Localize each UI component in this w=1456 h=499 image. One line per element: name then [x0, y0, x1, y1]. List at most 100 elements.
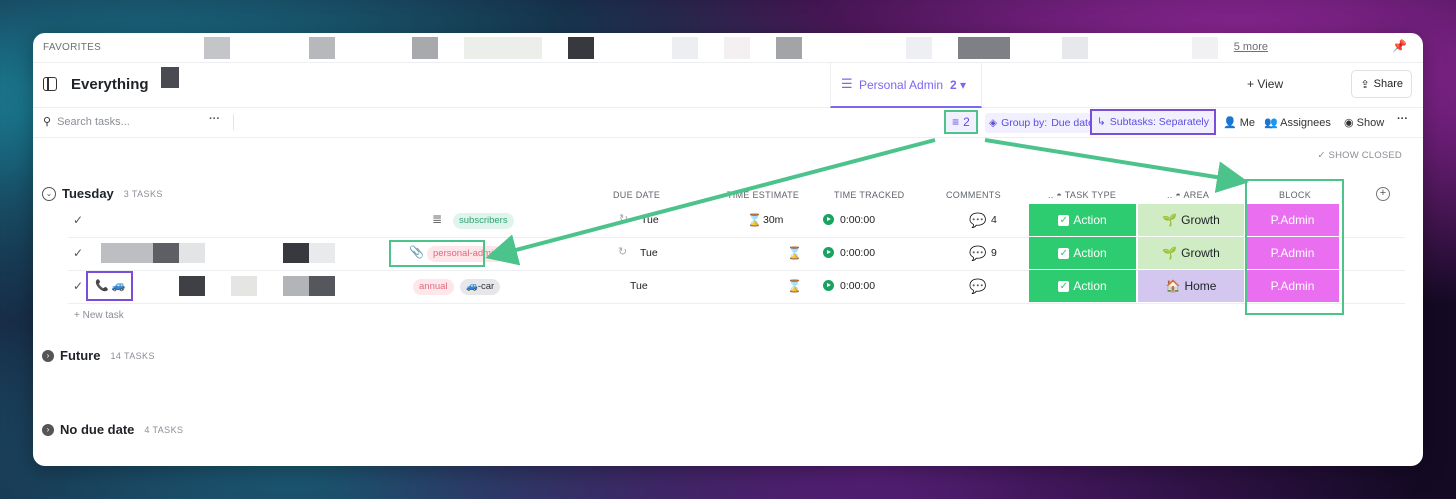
eye-icon: ◉	[1344, 117, 1354, 129]
subtasks-label: Subtasks: Separately	[1109, 116, 1210, 128]
due-date[interactable]: Tue	[640, 247, 658, 259]
favorite-item[interactable]	[776, 37, 802, 59]
hourglass-icon[interactable]: ⌛	[787, 279, 802, 293]
comment-icon[interactable]: 💬	[969, 245, 986, 262]
check-icon[interactable]: ✓	[73, 279, 83, 293]
time-tracked: 0:00:00	[840, 247, 876, 259]
task-type-cell[interactable]: ✓ Action	[1029, 270, 1136, 302]
time-tracked: 0:00:00	[840, 280, 876, 292]
col-comments[interactable]: COMMENTS	[946, 190, 1001, 200]
due-date[interactable]: Tue	[630, 280, 648, 292]
play-icon[interactable]	[823, 214, 834, 225]
toolbar: ⚲ Search tasks... ··· ≡ 2 ◈ Group by: Du…	[33, 108, 1423, 138]
favorite-item[interactable]	[464, 37, 542, 59]
group-count: 14 TASKS	[110, 350, 155, 361]
favorite-item[interactable]	[412, 37, 438, 59]
chevron-right-icon[interactable]: ›	[42, 423, 54, 436]
app-window: FAVORITES 5 more 📌 Everything ☰ Personal…	[33, 33, 1423, 466]
tab-count[interactable]: 2 ▾	[950, 78, 966, 92]
group-future[interactable]: › Future 14 TASKS	[42, 348, 155, 363]
search-options-icon[interactable]: ···	[209, 113, 220, 125]
favorite-item[interactable]	[1062, 37, 1088, 59]
tag[interactable]: subscribers	[453, 213, 514, 229]
table-row[interactable]: ✓ ≣ subscribers ↻ Tue ⌛ 30m 0:00:00 💬 4 …	[68, 204, 1405, 238]
area-cell[interactable]: 🌱 Growth	[1138, 204, 1244, 236]
add-view-button[interactable]: + View	[1247, 77, 1283, 91]
check-icon[interactable]: ✓	[73, 213, 83, 227]
block-cell[interactable]: P.Admin	[1246, 204, 1339, 236]
block-cell[interactable]: P.Admin	[1246, 270, 1339, 302]
search-box[interactable]: ⚲ Search tasks...	[43, 115, 130, 129]
col-time-estimate[interactable]: TIME ESTIMATE	[727, 190, 799, 200]
group-by-button[interactable]: ◈ Group by: Due date	[985, 113, 1098, 133]
comment-count: 4	[991, 214, 997, 226]
col-task-type[interactable]: .. ◓ TASK TYPE	[1048, 190, 1116, 200]
tag[interactable]: annual	[413, 279, 454, 295]
favorite-item[interactable]	[1192, 37, 1218, 59]
favorite-item[interactable]	[204, 37, 230, 59]
more-options-icon[interactable]: ···	[1397, 113, 1408, 125]
comment-icon[interactable]: 💬	[969, 212, 986, 229]
subtasks-button[interactable]: ↳ Subtasks: Separately	[1090, 109, 1216, 135]
col-area[interactable]: .. ◓ AREA	[1167, 190, 1209, 200]
filter-button[interactable]: ≡ 2	[944, 110, 978, 134]
checkbox-icon: ✓	[1058, 214, 1070, 226]
area-cell[interactable]: 🌱 Growth	[1138, 237, 1244, 269]
chevron-down-icon[interactable]: ⌄	[42, 186, 56, 201]
favorites-label: FAVORITES	[43, 42, 102, 53]
show-closed-button[interactable]: ✓ SHOW CLOSED	[1318, 150, 1402, 161]
favorites-more-link[interactable]: 5 more	[1234, 41, 1268, 53]
share-label: Share	[1373, 78, 1403, 90]
checkbox-icon: ✓	[1058, 280, 1070, 292]
group-no-due-date[interactable]: › No due date 4 TASKS	[42, 422, 183, 437]
area-cell[interactable]: 🏠 Home	[1138, 270, 1244, 302]
favorite-item[interactable]	[672, 37, 698, 59]
block-cell[interactable]: P.Admin	[1246, 237, 1339, 269]
favorite-item[interactable]	[309, 37, 335, 59]
group-title: Tuesday	[62, 186, 114, 201]
list-icon: ☰	[841, 76, 853, 91]
group-tuesday[interactable]: ⌄ Tuesday 3 TASKS	[42, 186, 163, 201]
share-button[interactable]: ⇪ Share	[1351, 70, 1412, 98]
col-block[interactable]: BLOCK	[1279, 190, 1311, 200]
tag[interactable]: 🚙-car	[460, 279, 501, 295]
view-header: Everything ☰ Personal Admin 2 ▾ + View ⇪…	[33, 63, 1423, 108]
sidebar-toggle-icon[interactable]	[43, 77, 57, 91]
group-count: 4 TASKS	[144, 424, 184, 435]
col-due-date[interactable]: DUE DATE	[613, 190, 660, 200]
check-icon[interactable]: ✓	[73, 246, 83, 260]
redacted-block	[179, 243, 205, 263]
favorite-item[interactable]	[958, 37, 1010, 59]
me-filter-button[interactable]: 👤 Me	[1223, 116, 1255, 129]
redacted-block	[101, 243, 153, 263]
search-input[interactable]: Search tasks...	[57, 116, 130, 128]
due-date[interactable]: Tue	[641, 214, 659, 226]
comment-icon[interactable]: 💬	[969, 278, 986, 295]
show-button[interactable]: ◉ Show	[1344, 116, 1384, 129]
table-row[interactable]: ✓ 📞 🚙 annual 🚙-car Tue ⌛ 0:00:00 💬 ✓ Acti…	[68, 270, 1405, 304]
hourglass-icon[interactable]: ⌛	[787, 246, 802, 260]
search-icon: ⚲	[43, 116, 52, 128]
task-type-cell[interactable]: ✓ Action	[1029, 237, 1136, 269]
filter-count: 2	[963, 115, 970, 129]
add-column-icon[interactable]: +	[1376, 187, 1390, 201]
chevron-right-icon[interactable]: ›	[42, 349, 54, 362]
filter-icon: ≡	[952, 115, 960, 129]
favorite-item[interactable]	[906, 37, 932, 59]
tag[interactable]: personal-admin	[427, 246, 505, 262]
new-task-button[interactable]: + New task	[74, 310, 124, 321]
assignees-button[interactable]: 👥 Assignees	[1264, 116, 1331, 129]
favorite-item[interactable]	[724, 37, 750, 59]
pin-icon[interactable]: 📌	[1392, 39, 1407, 53]
table-row[interactable]: ✓ 📎 personal-admin ↻ Tue ⌛ 0:00:00 💬 9 ✓…	[68, 237, 1405, 271]
tab-personal-admin[interactable]: ☰ Personal Admin 2 ▾	[830, 63, 982, 108]
play-icon[interactable]	[823, 247, 834, 258]
favorite-item[interactable]	[568, 37, 594, 59]
task-type-value: Action	[1073, 279, 1107, 293]
paperclip-icon: 📎	[409, 245, 424, 259]
task-type-cell[interactable]: ✓ Action	[1029, 204, 1136, 236]
col-time-tracked[interactable]: TIME TRACKED	[834, 190, 904, 200]
hourglass-icon: ⌛	[747, 213, 762, 227]
time-estimate[interactable]: 30m	[763, 214, 783, 226]
play-icon[interactable]	[823, 280, 834, 291]
